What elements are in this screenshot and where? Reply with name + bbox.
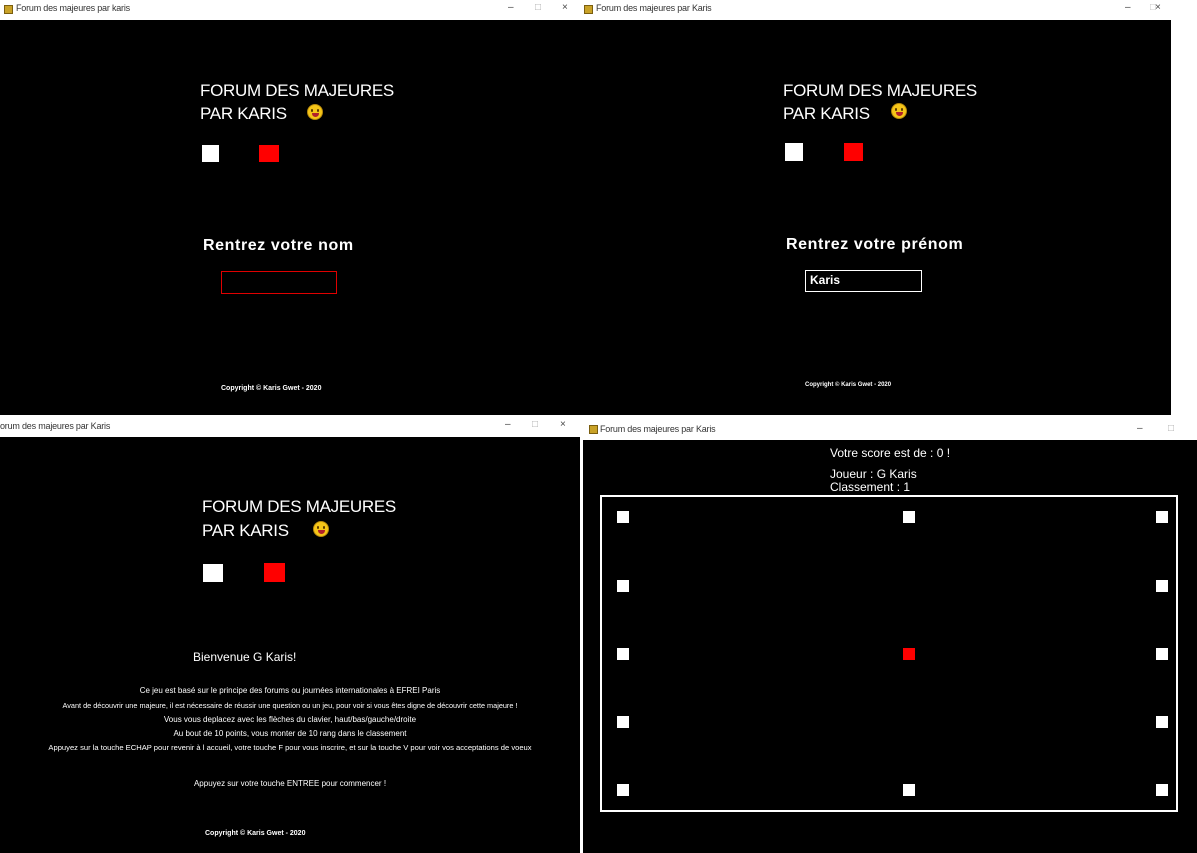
close-button[interactable]: × xyxy=(1155,2,1161,13)
game-board xyxy=(600,495,1178,812)
window-title: Forum des majeures par karis xyxy=(16,3,130,13)
app-title-line2: PAR KARIS xyxy=(202,521,289,540)
title-bar[interactable]: Forum des majeures par karis – □ × xyxy=(0,0,580,20)
smiley-emoji-icon xyxy=(313,521,329,537)
window-title: Forum des majeures par Karis xyxy=(596,3,712,13)
window-welcome: orum des majeures par Karis – □ × FORUM … xyxy=(0,415,580,853)
target-square xyxy=(1156,784,1168,796)
smiley-emoji-icon xyxy=(891,103,907,119)
name-prompt: Rentrez votre nom xyxy=(203,237,354,254)
window-enter-name: Forum des majeures par karis – □ × FORUM… xyxy=(0,0,580,415)
target-square xyxy=(1156,648,1168,660)
firstname-input[interactable]: Karis xyxy=(805,270,922,292)
close-button[interactable]: × xyxy=(560,419,566,430)
smiley-emoji-icon xyxy=(307,104,323,120)
target-square xyxy=(617,511,629,523)
firstname-prompt: Rentrez votre prénom xyxy=(786,236,964,253)
game-canvas: FORUM DES MAJEURES PAR KARIS Rentrez vot… xyxy=(0,20,580,415)
white-square xyxy=(203,564,223,582)
window-game: Forum des majeures par Karis – □ Votre s… xyxy=(580,415,1197,853)
target-square xyxy=(1156,511,1168,523)
copyright: Copyright © Karis Gwet - 2020 xyxy=(805,382,892,388)
app-icon xyxy=(589,425,598,434)
maximize-button[interactable]: □ xyxy=(535,2,541,13)
title-bar[interactable]: Forum des majeures par Karis – □ xyxy=(580,415,1197,440)
window-enter-firstname: Forum des majeures par Karis – □ × FORUM… xyxy=(580,0,1197,415)
app-title-line2: PAR KARIS xyxy=(783,104,870,123)
app-title-line1: FORUM DES MAJEURES xyxy=(200,81,394,100)
rules-line-2: Avant de découvrir une majeure, il est n… xyxy=(62,701,518,710)
close-button[interactable]: × xyxy=(562,2,568,13)
game-canvas: FORUM DES MAJEURES PAR KARIS Bienvenue G… xyxy=(0,437,580,853)
rules-line-3: Vous vous deplacez avec les flèches du c… xyxy=(163,715,417,724)
target-square xyxy=(617,784,629,796)
red-square xyxy=(259,145,279,162)
app-title-line1: FORUM DES MAJEURES xyxy=(783,81,977,100)
rules-line-4: Au bout de 10 points, vous monter de 10 … xyxy=(173,729,407,738)
copyright: Copyright © Karis Gwet - 2020 xyxy=(205,830,306,837)
target-square xyxy=(617,716,629,728)
game-canvas: FORUM DES MAJEURES PAR KARIS Rentrez vot… xyxy=(580,20,1171,415)
red-square xyxy=(844,143,863,161)
app-icon xyxy=(4,5,13,14)
target-square xyxy=(903,784,915,796)
rank-text: Classement : 1 xyxy=(830,480,911,494)
player-marker xyxy=(903,648,915,660)
title-bar[interactable]: orum des majeures par Karis – □ × xyxy=(0,415,580,437)
score-text: Votre score est de : 0 ! xyxy=(830,446,951,460)
maximize-button[interactable]: □ xyxy=(1168,423,1174,434)
rules-line-5: Appuyez sur la touche ECHAP pour revenir… xyxy=(48,743,532,752)
white-square xyxy=(202,145,219,162)
maximize-button[interactable]: □ xyxy=(532,419,538,430)
minimize-button[interactable]: – xyxy=(1125,2,1131,13)
copyright: Copyright © Karis Gwet - 2020 xyxy=(221,385,322,392)
app-title-line1: FORUM DES MAJEURES xyxy=(202,497,396,516)
white-square xyxy=(785,143,803,161)
welcome-message: Bienvenue G Karis! xyxy=(193,650,297,664)
window-title: Forum des majeures par Karis xyxy=(600,424,716,434)
target-square xyxy=(617,648,629,660)
red-square xyxy=(264,563,285,582)
target-square xyxy=(903,511,915,523)
minimize-button[interactable]: – xyxy=(1137,423,1143,434)
player-text: Joueur : G Karis xyxy=(830,467,917,481)
target-square xyxy=(617,580,629,592)
target-square xyxy=(1156,580,1168,592)
minimize-button[interactable]: – xyxy=(505,419,511,430)
title-bar[interactable]: Forum des majeures par Karis – □ × xyxy=(580,0,1197,20)
start-instruction: Appuyez sur votre touche ENTREE pour com… xyxy=(193,779,387,788)
rules-line-1: Ce jeu est basé sur le principe des foru… xyxy=(139,686,441,695)
minimize-button[interactable]: – xyxy=(508,2,514,13)
game-canvas: Votre score est de : 0 ! Joueur : G Kari… xyxy=(583,440,1197,853)
app-icon xyxy=(584,5,593,14)
window-title: orum des majeures par Karis xyxy=(0,421,111,431)
target-square xyxy=(1156,716,1168,728)
name-input[interactable] xyxy=(221,271,337,294)
app-title-line2: PAR KARIS xyxy=(200,104,287,123)
